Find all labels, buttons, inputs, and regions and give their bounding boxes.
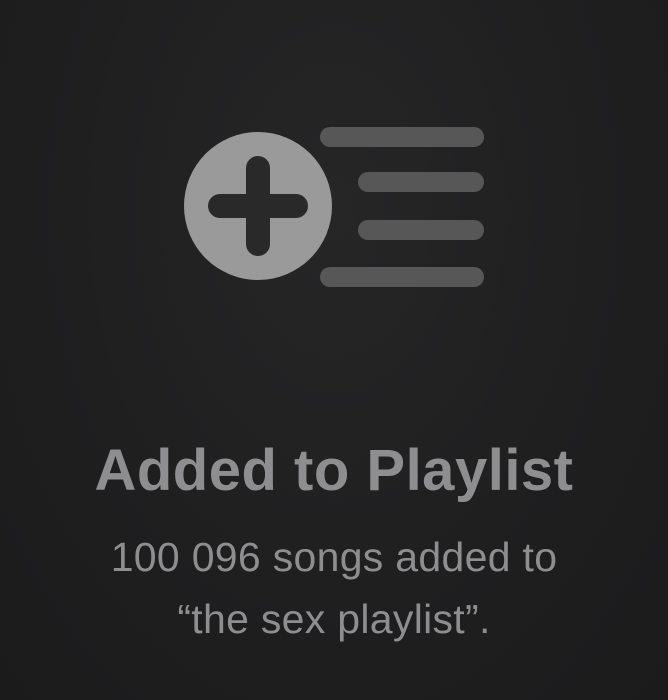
added-to-playlist-hud: Added to Playlist 100 096 songs added to… [0, 0, 668, 700]
hud-message-line-1: 100 096 songs added to [110, 534, 558, 580]
hud-message-line-2: “the sex playlist”. [177, 596, 491, 642]
list-line-3 [358, 220, 484, 240]
add-to-playlist-glyph [184, 127, 484, 287]
hud-title: Added to Playlist [94, 438, 574, 503]
plus-vertical [246, 156, 270, 256]
list-line-1 [320, 127, 484, 147]
add-to-playlist-icon [184, 124, 486, 292]
list-line-4 [320, 267, 484, 287]
hud-message: 100 096 songs added to “the sex playlist… [40, 526, 628, 650]
list-line-2 [358, 172, 484, 192]
